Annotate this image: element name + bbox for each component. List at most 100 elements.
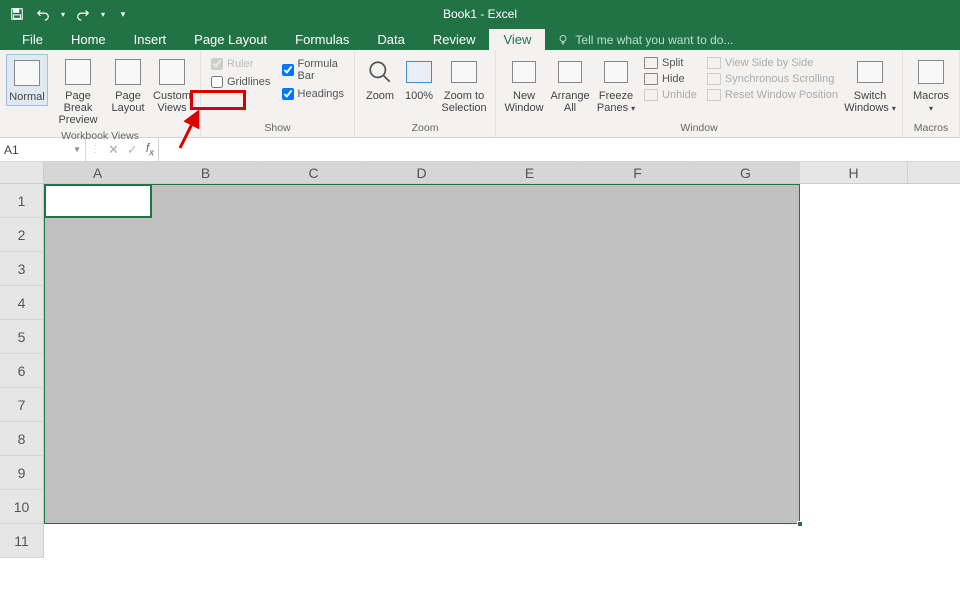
tab-home[interactable]: Home bbox=[57, 29, 120, 50]
row-header-2[interactable]: 2 bbox=[0, 218, 44, 252]
fx-separator-icon: ⋮ bbox=[90, 144, 100, 155]
name-box[interactable]: A1 ▼ bbox=[0, 138, 86, 161]
save-icon[interactable] bbox=[6, 3, 28, 25]
qat-customize-icon[interactable]: ▾ bbox=[112, 3, 134, 25]
cell[interactable] bbox=[476, 524, 584, 558]
custom-views-button[interactable]: Custom Views bbox=[150, 54, 194, 116]
custom-views-icon bbox=[159, 59, 185, 85]
cell[interactable] bbox=[692, 524, 800, 558]
page-break-icon bbox=[65, 59, 91, 85]
cell[interactable] bbox=[152, 524, 260, 558]
tab-review[interactable]: Review bbox=[419, 29, 490, 50]
row-header-10[interactable]: 10 bbox=[0, 490, 44, 524]
cell[interactable] bbox=[800, 252, 908, 286]
cancel-formula-icon[interactable]: ✕ bbox=[108, 142, 119, 158]
select-all-corner[interactable] bbox=[0, 162, 44, 183]
row-header-3[interactable]: 3 bbox=[0, 252, 44, 286]
row-header-5[interactable]: 5 bbox=[0, 320, 44, 354]
group-label-macros: Macros bbox=[914, 120, 948, 137]
cell[interactable] bbox=[800, 286, 908, 320]
tab-data[interactable]: Data bbox=[363, 29, 418, 50]
formula-bar-checkbox[interactable]: Formula Bar bbox=[282, 58, 344, 82]
arrange-all-icon bbox=[558, 61, 582, 83]
sync-scroll-icon bbox=[707, 73, 721, 85]
row-header-1[interactable]: 1 bbox=[0, 184, 44, 218]
view-side-by-side-button[interactable]: View Side by Side bbox=[705, 56, 840, 70]
ruler-checkbox[interactable]: Ruler bbox=[211, 58, 272, 70]
cell[interactable] bbox=[260, 524, 368, 558]
sheet: A B C D E F G H 1234567891011 bbox=[0, 162, 960, 558]
col-header-d[interactable]: D bbox=[368, 162, 476, 183]
row-header-11[interactable]: 11 bbox=[0, 524, 44, 558]
cell[interactable] bbox=[800, 456, 908, 490]
zoom-selection-icon bbox=[451, 61, 477, 83]
cell[interactable] bbox=[44, 524, 152, 558]
tell-me-input[interactable]: Tell me what you want to do... bbox=[545, 30, 745, 50]
col-header-g[interactable]: G bbox=[692, 162, 800, 183]
tab-view[interactable]: View bbox=[489, 29, 545, 50]
page-layout-button[interactable]: Page Layout bbox=[108, 54, 148, 116]
normal-view-button[interactable]: Normal bbox=[6, 54, 48, 106]
redo-dropdown-icon[interactable]: ▾ bbox=[98, 3, 108, 25]
active-cell[interactable] bbox=[44, 184, 152, 218]
col-header-f[interactable]: F bbox=[584, 162, 692, 183]
col-header-b[interactable]: B bbox=[152, 162, 260, 183]
redo-icon[interactable] bbox=[72, 3, 94, 25]
arrange-all-button[interactable]: Arrange All bbox=[548, 54, 592, 116]
undo-dropdown-icon[interactable]: ▾ bbox=[58, 3, 68, 25]
window-title: Book1 - Excel bbox=[0, 7, 960, 21]
switch-windows-icon bbox=[857, 61, 883, 83]
cell[interactable] bbox=[800, 490, 908, 524]
cell[interactable] bbox=[800, 422, 908, 456]
new-window-button[interactable]: New Window bbox=[502, 54, 546, 116]
row-header-4[interactable]: 4 bbox=[0, 286, 44, 320]
unhide-button[interactable]: Unhide bbox=[642, 88, 699, 102]
tab-file[interactable]: File bbox=[8, 29, 57, 50]
group-label-zoom: Zoom bbox=[412, 120, 439, 137]
cell[interactable] bbox=[800, 354, 908, 388]
cell[interactable] bbox=[800, 320, 908, 354]
row-header-9[interactable]: 9 bbox=[0, 456, 44, 490]
cell[interactable] bbox=[800, 184, 908, 218]
row-header-8[interactable]: 8 bbox=[0, 422, 44, 456]
freeze-panes-button[interactable]: Freeze Panes ▾ bbox=[594, 54, 638, 117]
col-header-a[interactable]: A bbox=[44, 162, 152, 183]
page-break-preview-button[interactable]: Page Break Preview bbox=[50, 54, 106, 128]
group-label-window: Window bbox=[680, 120, 717, 137]
split-button[interactable]: Split bbox=[642, 56, 699, 70]
col-header-h[interactable]: H bbox=[800, 162, 908, 183]
tab-insert[interactable]: Insert bbox=[120, 29, 181, 50]
headings-checkbox[interactable]: Headings bbox=[282, 88, 344, 100]
chevron-down-icon[interactable]: ▼ bbox=[73, 145, 81, 154]
fx-icon[interactable]: fx bbox=[146, 141, 154, 158]
formula-input[interactable] bbox=[159, 138, 960, 161]
synchronous-scrolling-button[interactable]: Synchronous Scrolling bbox=[705, 72, 840, 86]
tab-page-layout[interactable]: Page Layout bbox=[180, 29, 281, 50]
undo-icon[interactable] bbox=[32, 3, 54, 25]
row-header-6[interactable]: 6 bbox=[0, 354, 44, 388]
zoom-to-selection-button[interactable]: Zoom to Selection bbox=[439, 54, 489, 116]
reset-window-position-button[interactable]: Reset Window Position bbox=[705, 88, 840, 102]
tab-formulas[interactable]: Formulas bbox=[281, 29, 363, 50]
group-window: New Window Arrange All Freeze Panes ▾ Sp… bbox=[496, 50, 903, 137]
cell[interactable] bbox=[800, 388, 908, 422]
cell[interactable] bbox=[800, 218, 908, 252]
gridlines-checkbox[interactable]: Gridlines bbox=[211, 76, 272, 88]
macros-button[interactable]: Macros▾ bbox=[909, 54, 953, 117]
col-header-e[interactable]: E bbox=[476, 162, 584, 183]
chevron-down-icon: ▾ bbox=[929, 104, 933, 113]
unhide-icon bbox=[644, 89, 658, 101]
switch-windows-button[interactable]: Switch Windows ▾ bbox=[844, 54, 896, 117]
cell[interactable] bbox=[584, 524, 692, 558]
cell[interactable] bbox=[368, 524, 476, 558]
col-header-c[interactable]: C bbox=[260, 162, 368, 183]
chevron-down-icon: ▾ bbox=[631, 104, 635, 113]
cell[interactable] bbox=[800, 524, 908, 558]
zoom-100-button[interactable]: 100% bbox=[401, 54, 437, 104]
selection-handle[interactable] bbox=[797, 521, 803, 527]
hide-button[interactable]: Hide bbox=[642, 72, 699, 86]
row-header-7[interactable]: 7 bbox=[0, 388, 44, 422]
group-label-show: Show bbox=[264, 120, 290, 137]
accept-formula-icon[interactable]: ✓ bbox=[127, 142, 138, 158]
zoom-button[interactable]: Zoom bbox=[361, 54, 399, 104]
